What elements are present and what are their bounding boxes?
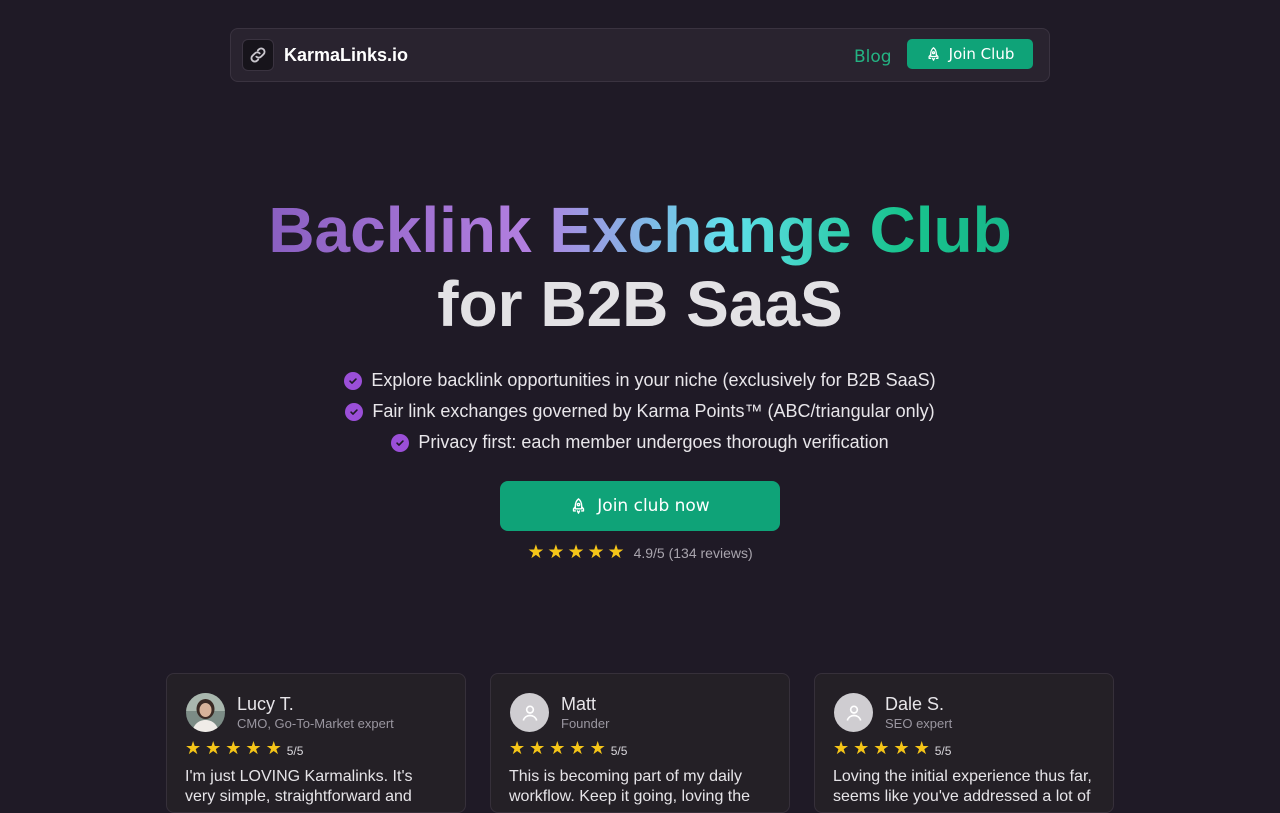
star-icon: ★	[567, 542, 585, 563]
reviewer-name: Dale S.	[885, 694, 945, 714]
join-club-button[interactable]: Join Club	[907, 39, 1033, 69]
star-icon: ★	[225, 738, 242, 758]
feature-text: Explore backlink opportunities in your n…	[371, 370, 936, 390]
hero-title-line1: Backlink Exchange Club	[268, 194, 1012, 266]
star-icon: ★	[245, 738, 262, 758]
star-icon: ★	[607, 542, 625, 563]
feature-item: Explore backlink opportunities in your n…	[0, 365, 1280, 396]
overall-rating: ★ ★ ★ ★ ★ 4.9/5 (134 reviews)	[0, 543, 1280, 562]
rating-stars: ★ ★ ★ ★ ★	[527, 543, 624, 562]
reviewer-name: Lucy T.	[237, 694, 294, 714]
star-icon: ★	[833, 738, 850, 758]
join-club-label: Join Club	[948, 45, 1015, 63]
review-card: Lucy T. CMO, Go-To-Market expert ★ ★ ★ ★…	[166, 673, 466, 813]
check-circle-icon	[345, 402, 364, 421]
review-card: Matt Founder ★ ★ ★ ★ ★ 5/5 This is becom…	[490, 673, 790, 813]
reviewer-name: Matt	[561, 694, 597, 714]
star-icon: ★	[529, 738, 546, 758]
brand-name[interactable]: KarmaLinks.io	[284, 44, 408, 66]
star-icon: ★	[527, 542, 545, 563]
star-icon: ★	[547, 542, 565, 563]
top-navbar: KarmaLinks.io Blog Join Club	[230, 28, 1050, 82]
check-circle-icon	[344, 371, 363, 390]
review-quote: Loving the initial experience thus far, …	[833, 768, 1092, 805]
logo[interactable]	[242, 39, 274, 71]
review-stars: ★ ★ ★ ★ ★ 5/5	[509, 739, 627, 758]
avatar	[834, 693, 873, 732]
user-icon	[522, 705, 537, 721]
review-score: 5/5	[286, 743, 304, 758]
star-icon: ★	[587, 542, 605, 563]
review-quote: I'm just LOVING Karmalinks. It's very si…	[185, 768, 413, 805]
review-quote: This is becoming part of my daily workfl…	[509, 768, 751, 805]
blog-link[interactable]: Blog	[854, 47, 892, 67]
hero-title: Backlink Exchange Club for B2B SaaS	[0, 193, 1280, 341]
reviewer-role: Founder	[561, 716, 610, 731]
avatar	[186, 693, 225, 732]
review-stars: ★ ★ ★ ★ ★ 5/5	[185, 739, 303, 758]
check-circle-icon	[391, 433, 410, 452]
rating-text: 4.9/5 (134 reviews)	[633, 544, 753, 561]
star-icon: ★	[265, 738, 282, 758]
avatar	[510, 693, 549, 732]
star-icon: ★	[913, 738, 930, 758]
feature-list: Explore backlink opportunities in your n…	[0, 365, 1280, 458]
review-score: 5/5	[934, 743, 952, 758]
feature-text: Privacy first: each member undergoes tho…	[418, 432, 889, 452]
cta-label: Join club now	[597, 496, 710, 516]
star-icon: ★	[569, 738, 586, 758]
feature-item: Privacy first: each member undergoes tho…	[0, 427, 1280, 458]
feature-text: Fair link exchanges governed by Karma Po…	[372, 401, 935, 421]
rocket-icon	[928, 47, 939, 61]
join-club-now-button[interactable]: Join club now	[500, 481, 780, 531]
review-stars: ★ ★ ★ ★ ★ 5/5	[833, 739, 951, 758]
user-icon	[846, 705, 861, 721]
reviewer-role: CMO, Go-To-Market expert	[237, 716, 394, 731]
reviewer-role: SEO expert	[885, 716, 953, 731]
star-icon: ★	[549, 738, 566, 758]
link-icon	[250, 47, 266, 63]
star-icon: ★	[509, 738, 526, 758]
rocket-icon	[573, 498, 585, 514]
feature-item: Fair link exchanges governed by Karma Po…	[0, 396, 1280, 427]
review-card: Dale S. SEO expert ★ ★ ★ ★ ★ 5/5 Loving …	[814, 673, 1114, 813]
star-icon: ★	[893, 738, 910, 758]
review-score: 5/5	[610, 743, 628, 758]
star-icon: ★	[185, 738, 202, 758]
hero-title-line2: for B2B SaaS	[437, 268, 843, 340]
star-icon: ★	[205, 738, 222, 758]
star-icon: ★	[589, 738, 606, 758]
star-icon: ★	[873, 738, 890, 758]
star-icon: ★	[853, 738, 870, 758]
